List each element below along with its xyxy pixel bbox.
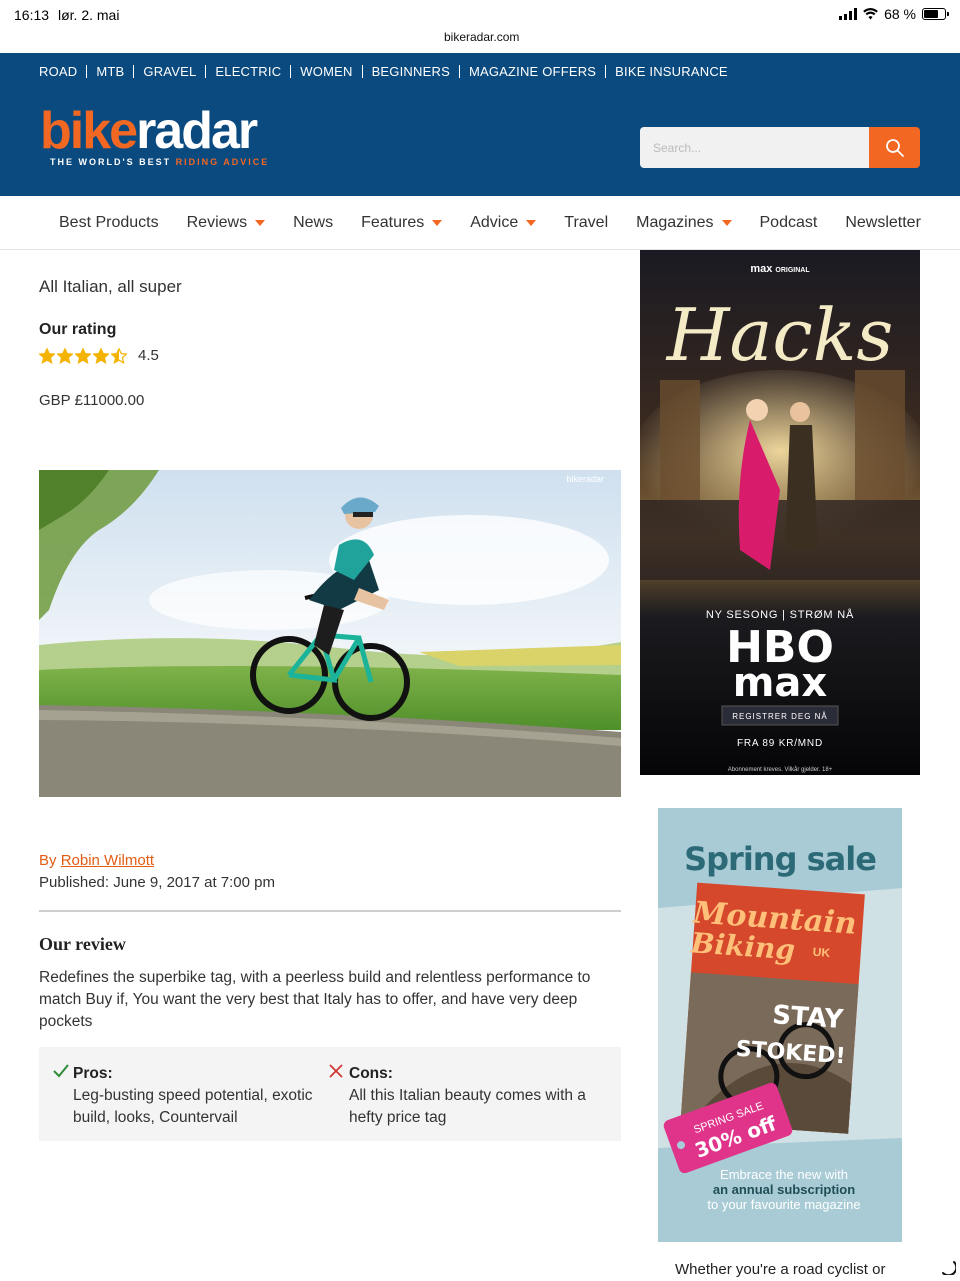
topnav-road[interactable]: ROAD <box>39 65 86 78</box>
image-watermark: bikeradar <box>566 474 604 484</box>
status-time: 16:13 <box>14 7 50 23</box>
topnav-bike-insurance[interactable]: BIKE INSURANCE <box>605 65 737 78</box>
sidebar-teaser-text: Whether you're a road cyclist or <box>675 1261 886 1278</box>
check-icon <box>53 1064 69 1078</box>
search-input[interactable] <box>640 127 869 168</box>
topnav-magazine-offers[interactable]: MAGAZINE OFFERS <box>458 65 605 78</box>
topnav-mtb[interactable]: MTB <box>86 65 133 78</box>
ad-price: FRA 89 KR/MND <box>737 738 823 749</box>
mag-uk: UK <box>812 945 831 960</box>
nav-news[interactable]: News <box>293 214 333 232</box>
star-icon <box>93 347 109 364</box>
topnav-gravel[interactable]: GRAVEL <box>133 65 205 78</box>
pros-label: Pros: <box>73 1065 113 1082</box>
published-date: Published: June 9, 2017 at 7:00 pm <box>39 874 276 891</box>
cons-label: Cons: <box>349 1065 393 1082</box>
search-button[interactable] <box>869 127 920 168</box>
ad-fineprint: Abonnement kreves. Vilkår gjelder. 18+ <box>728 766 833 773</box>
review-heading: Our review <box>39 934 126 954</box>
chevron-down-icon <box>432 220 443 226</box>
nav-advice[interactable]: Advice <box>470 214 537 232</box>
ad-hbo-max[interactable]: max ORIGINAL Hacks NY SESONG | STRØM NÅ H… <box>640 250 920 775</box>
pros: Pros: Leg-busting speed potential, exoti… <box>53 1063 333 1129</box>
nav-reviews[interactable]: Reviews <box>187 214 266 232</box>
topnav-beginners[interactable]: BEGINNERS <box>361 65 459 78</box>
hbo-logo-line2: max <box>733 660 828 706</box>
loading-spinner-icon <box>942 1261 956 1275</box>
ad-mbuk-spring-sale[interactable]: Spring sale Mountain Biking UK STAY STOK… <box>658 808 902 1242</box>
cons-text: All this Italian beauty comes with a hef… <box>349 1087 586 1126</box>
top-nav: ROAD MTB GRAVEL ELECTRIC WOMEN BEGINNERS… <box>39 65 737 78</box>
signal-icon <box>839 8 858 20</box>
price: GBP £11000.00 <box>39 392 145 409</box>
rating-score: 4.5 <box>138 347 159 364</box>
review-text: Redefines the superbike tag, with a peer… <box>39 969 591 1030</box>
star-icon <box>39 347 55 364</box>
ad-brand: max <box>750 263 773 275</box>
battery-icon <box>922 8 949 20</box>
chevron-down-icon <box>526 220 537 226</box>
ad2-footer-3: to your favourite magazine <box>707 1197 860 1212</box>
url-bar[interactable]: bikeradar.com <box>432 26 532 48</box>
status-date: lør. 2. mai <box>58 7 120 23</box>
search-box <box>640 127 920 168</box>
star-icon <box>57 347 73 364</box>
ad2-headline: Spring sale <box>684 840 876 878</box>
status-right: 68 % <box>839 6 949 22</box>
chevron-down-icon <box>721 220 732 226</box>
rating-label: Our rating <box>39 321 117 338</box>
logo-tagline: THE WORLD'S BEST RIDING ADVICE <box>50 157 270 167</box>
nav-best-products[interactable]: Best Products <box>59 214 159 232</box>
hero-image[interactable]: bikeradar <box>39 470 621 797</box>
search-icon <box>885 138 904 157</box>
star-icon <box>111 347 127 364</box>
ad-tagline: NY SESONG | STRØM NÅ <box>706 608 854 621</box>
cross-icon <box>329 1064 343 1078</box>
author-link[interactable]: Robin Wilmott <box>61 852 154 869</box>
chevron-down-icon <box>255 220 266 226</box>
topnav-women[interactable]: WOMEN <box>290 65 361 78</box>
nav-magazines[interactable]: Magazines <box>636 214 732 232</box>
ad2-footer-2: an annual subscription <box>713 1182 855 1197</box>
wifi-icon <box>863 8 878 20</box>
pros-cons-box: Pros: Leg-busting speed potential, exoti… <box>39 1047 621 1141</box>
cover-line-1: STAY <box>771 1000 845 1035</box>
site-header: ROAD MTB GRAVEL ELECTRIC WOMEN BEGINNERS… <box>0 53 960 196</box>
cons: Cons: All this Italian beauty comes with… <box>329 1063 609 1129</box>
site-logo[interactable]: bikeradar THE WORLD'S BEST RIDING ADVICE <box>40 105 269 167</box>
topnav-electric[interactable]: ELECTRIC <box>205 65 290 78</box>
pros-text: Leg-busting speed potential, exotic buil… <box>73 1087 313 1126</box>
logo-bike: bike <box>40 102 138 160</box>
star-icon <box>75 347 91 364</box>
main-nav: Best Products Reviews News Features Advi… <box>0 196 960 250</box>
stars-icons <box>39 347 129 364</box>
ad2-footer-1: Embrace the new with <box>720 1167 848 1182</box>
ad-cta-button[interactable]: REGISTRER DEG NÅ <box>732 712 828 721</box>
nav-features[interactable]: Features <box>361 214 443 232</box>
article-subtitle: All Italian, all super <box>39 277 182 296</box>
logo-radar: radar <box>136 102 258 160</box>
nav-newsletter[interactable]: Newsletter <box>845 214 921 232</box>
nav-podcast[interactable]: Podcast <box>760 214 818 232</box>
divider <box>39 910 621 912</box>
byline: By Robin Wilmott <box>39 852 155 869</box>
ad-title: Hacks <box>665 293 894 377</box>
nav-travel[interactable]: Travel <box>564 214 608 232</box>
star-rating: 4.5 <box>39 347 159 364</box>
battery-percent: 68 % <box>884 6 916 22</box>
